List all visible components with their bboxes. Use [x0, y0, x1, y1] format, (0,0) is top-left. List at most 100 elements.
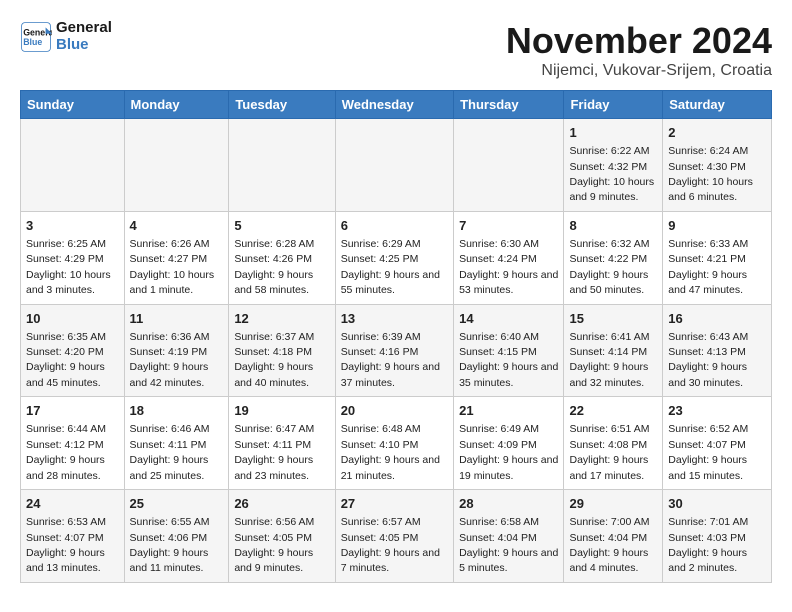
day-info: Sunrise: 6:30 AM Sunset: 4:24 PM Dayligh… [459, 238, 558, 296]
calendar-cell: 12Sunrise: 6:37 AM Sunset: 4:18 PM Dayli… [229, 304, 335, 397]
calendar-cell: 5Sunrise: 6:28 AM Sunset: 4:26 PM Daylig… [229, 211, 335, 304]
calendar-cell: 3Sunrise: 6:25 AM Sunset: 4:29 PM Daylig… [21, 211, 125, 304]
day-info: Sunrise: 6:41 AM Sunset: 4:14 PM Dayligh… [569, 331, 649, 389]
day-number: 18 [130, 402, 224, 420]
day-number: 7 [459, 217, 558, 235]
calendar-cell: 1 Sunrise: 6:22 AM Sunset: 4:32 PM Daylig… [564, 119, 663, 212]
calendar-cell: 29 Sunrise: 7:00 AM Sunset: 4:04 PM Dayli… [564, 490, 663, 583]
day-number: 1 [569, 124, 657, 142]
day-info: Sunrise: 6:51 AM Sunset: 4:08 PM Dayligh… [569, 423, 649, 481]
day-number: 20 [341, 402, 448, 420]
day-info: Sunrise: 6:28 AM Sunset: 4:26 PM Dayligh… [234, 238, 314, 296]
day-info: Sunrise: 6:46 AM Sunset: 4:11 PM Dayligh… [130, 423, 210, 481]
title-block: November 2024 Nijemci, Vukovar-Srijem, C… [506, 20, 772, 80]
day-info: Sunrise: 6:35 AM Sunset: 4:20 PM Dayligh… [26, 331, 106, 389]
subtitle: Nijemci, Vukovar-Srijem, Croatia [506, 62, 772, 80]
day-info: Sunrise: 7:01 AM Sunset: 4:03 PM Dayligh… [668, 516, 748, 574]
day-number: 29 [569, 495, 657, 513]
day-number: 27 [341, 495, 448, 513]
calendar-cell [124, 119, 229, 212]
calendar-cell [21, 119, 125, 212]
calendar-cell: 10 Sunrise: 6:35 AM Sunset: 4:20 PM Dayli… [21, 304, 125, 397]
svg-text:Blue: Blue [23, 37, 42, 47]
calendar-week-row: 24 Sunrise: 6:53 AM Sunset: 4:07 PM Dayli… [21, 490, 772, 583]
calendar-cell: 30 Sunrise: 7:01 AM Sunset: 4:03 PM Dayli… [663, 490, 772, 583]
calendar-cell: 23Sunrise: 6:52 AM Sunset: 4:07 PM Dayli… [663, 397, 772, 490]
day-number: 12 [234, 310, 329, 328]
day-info: Sunrise: 6:26 AM Sunset: 4:27 PM Dayligh… [130, 238, 215, 296]
calendar-cell: 13 Sunrise: 6:39 AM Sunset: 4:16 PM Dayli… [335, 304, 453, 397]
day-info: Sunrise: 6:57 AM Sunset: 4:05 PM Dayligh… [341, 516, 440, 574]
calendar-cell: 19Sunrise: 6:47 AM Sunset: 4:11 PM Dayli… [229, 397, 335, 490]
logo: General Blue General Blue [20, 20, 112, 53]
column-header-wednesday: Wednesday [335, 91, 453, 119]
logo-general: General [56, 20, 112, 37]
day-number: 17 [26, 402, 119, 420]
day-number: 16 [668, 310, 766, 328]
day-number: 14 [459, 310, 558, 328]
day-number: 26 [234, 495, 329, 513]
calendar-cell: 14 Sunrise: 6:40 AM Sunset: 4:15 PM Dayli… [454, 304, 564, 397]
calendar-cell: 20 Sunrise: 6:48 AM Sunset: 4:10 PM Dayli… [335, 397, 453, 490]
day-number: 8 [569, 217, 657, 235]
day-info: Sunrise: 6:44 AM Sunset: 4:12 PM Dayligh… [26, 423, 106, 481]
calendar-cell: 7 Sunrise: 6:30 AM Sunset: 4:24 PM Daylig… [454, 211, 564, 304]
day-number: 13 [341, 310, 448, 328]
day-info: Sunrise: 6:40 AM Sunset: 4:15 PM Dayligh… [459, 331, 558, 389]
day-info: Sunrise: 6:43 AM Sunset: 4:13 PM Dayligh… [668, 331, 748, 389]
calendar-cell: 24 Sunrise: 6:53 AM Sunset: 4:07 PM Dayli… [21, 490, 125, 583]
day-info: Sunrise: 6:33 AM Sunset: 4:21 PM Dayligh… [668, 238, 748, 296]
day-info: Sunrise: 6:53 AM Sunset: 4:07 PM Dayligh… [26, 516, 106, 574]
day-info: Sunrise: 6:22 AM Sunset: 4:32 PM Dayligh… [569, 145, 654, 203]
calendar-header-row: SundayMondayTuesdayWednesdayThursdayFrid… [21, 91, 772, 119]
calendar-cell: 15 Sunrise: 6:41 AM Sunset: 4:14 PM Dayli… [564, 304, 663, 397]
calendar-cell: 11Sunrise: 6:36 AM Sunset: 4:19 PM Dayli… [124, 304, 229, 397]
day-number: 28 [459, 495, 558, 513]
day-number: 6 [341, 217, 448, 235]
day-number: 15 [569, 310, 657, 328]
calendar-cell [454, 119, 564, 212]
calendar-cell: 27 Sunrise: 6:57 AM Sunset: 4:05 PM Dayli… [335, 490, 453, 583]
calendar-cell: 6 Sunrise: 6:29 AM Sunset: 4:25 PM Daylig… [335, 211, 453, 304]
calendar-week-row: 17 Sunrise: 6:44 AM Sunset: 4:12 PM Dayli… [21, 397, 772, 490]
calendar-cell: 28 Sunrise: 6:58 AM Sunset: 4:04 PM Dayli… [454, 490, 564, 583]
day-number: 24 [26, 495, 119, 513]
day-info: Sunrise: 6:55 AM Sunset: 4:06 PM Dayligh… [130, 516, 210, 574]
logo-icon: General Blue [20, 21, 52, 53]
day-number: 4 [130, 217, 224, 235]
calendar-cell: 25 Sunrise: 6:55 AM Sunset: 4:06 PM Dayli… [124, 490, 229, 583]
day-info: Sunrise: 6:48 AM Sunset: 4:10 PM Dayligh… [341, 423, 440, 481]
day-info: Sunrise: 7:00 AM Sunset: 4:04 PM Dayligh… [569, 516, 649, 574]
logo-blue: Blue [56, 37, 112, 54]
calendar-week-row: 1 Sunrise: 6:22 AM Sunset: 4:32 PM Daylig… [21, 119, 772, 212]
main-title: November 2024 [506, 20, 772, 62]
calendar-week-row: 10 Sunrise: 6:35 AM Sunset: 4:20 PM Dayli… [21, 304, 772, 397]
day-info: Sunrise: 6:39 AM Sunset: 4:16 PM Dayligh… [341, 331, 440, 389]
calendar-table: SundayMondayTuesdayWednesdayThursdayFrid… [20, 90, 772, 583]
day-info: Sunrise: 6:29 AM Sunset: 4:25 PM Dayligh… [341, 238, 440, 296]
day-info: Sunrise: 6:24 AM Sunset: 4:30 PM Dayligh… [668, 145, 753, 203]
day-info: Sunrise: 6:32 AM Sunset: 4:22 PM Dayligh… [569, 238, 649, 296]
column-header-saturday: Saturday [663, 91, 772, 119]
calendar-week-row: 3Sunrise: 6:25 AM Sunset: 4:29 PM Daylig… [21, 211, 772, 304]
calendar-cell: 8 Sunrise: 6:32 AM Sunset: 4:22 PM Daylig… [564, 211, 663, 304]
calendar-cell: 16 Sunrise: 6:43 AM Sunset: 4:13 PM Dayli… [663, 304, 772, 397]
day-number: 9 [668, 217, 766, 235]
day-number: 10 [26, 310, 119, 328]
column-header-sunday: Sunday [21, 91, 125, 119]
calendar-cell: 2 Sunrise: 6:24 AM Sunset: 4:30 PM Daylig… [663, 119, 772, 212]
page-header: General Blue General Blue November 2024 … [20, 20, 772, 80]
day-info: Sunrise: 6:58 AM Sunset: 4:04 PM Dayligh… [459, 516, 558, 574]
day-number: 25 [130, 495, 224, 513]
day-number: 21 [459, 402, 558, 420]
calendar-cell: 22Sunrise: 6:51 AM Sunset: 4:08 PM Dayli… [564, 397, 663, 490]
day-number: 2 [668, 124, 766, 142]
day-number: 11 [130, 310, 224, 328]
day-info: Sunrise: 6:49 AM Sunset: 4:09 PM Dayligh… [459, 423, 558, 481]
calendar-cell: 21 Sunrise: 6:49 AM Sunset: 4:09 PM Dayli… [454, 397, 564, 490]
column-header-tuesday: Tuesday [229, 91, 335, 119]
calendar-cell: 18 Sunrise: 6:46 AM Sunset: 4:11 PM Dayli… [124, 397, 229, 490]
day-number: 30 [668, 495, 766, 513]
day-number: 23 [668, 402, 766, 420]
calendar-cell: 17 Sunrise: 6:44 AM Sunset: 4:12 PM Dayli… [21, 397, 125, 490]
